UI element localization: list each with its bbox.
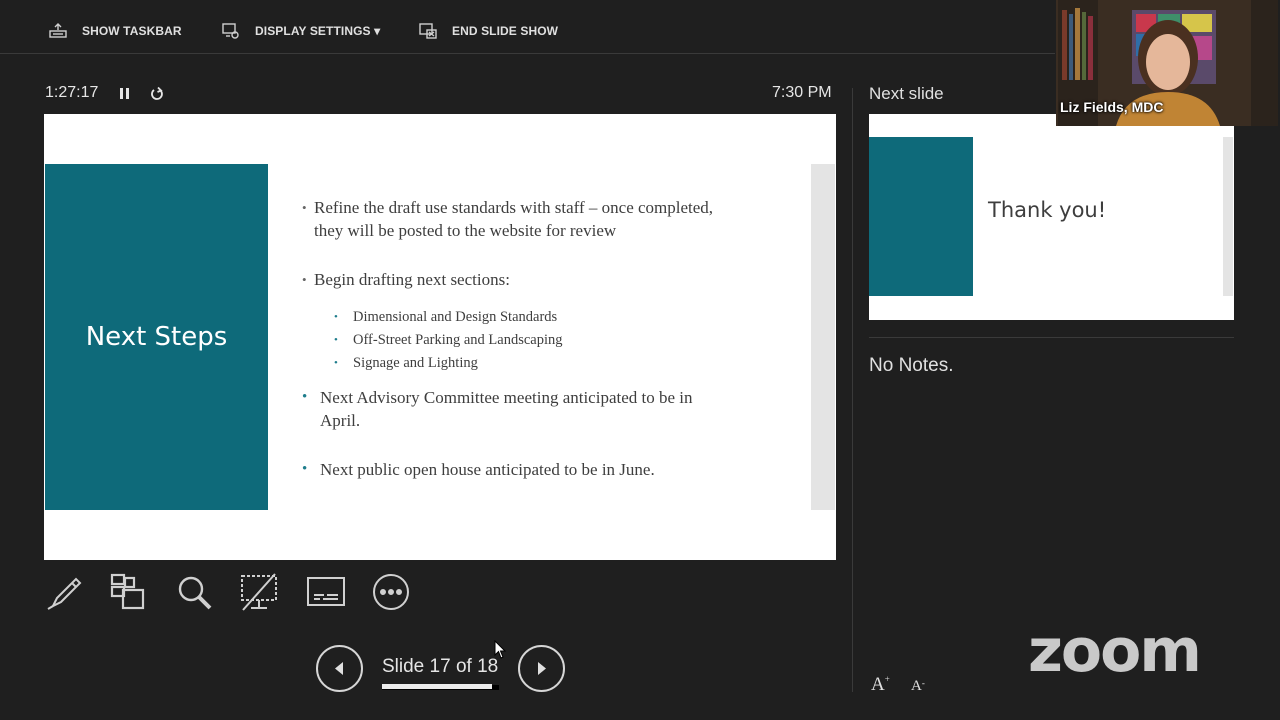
display-settings-label: DISPLAY SETTINGS ▾ (255, 24, 381, 38)
display-settings-button[interactable]: DISPLAY SETTINGS ▾ (221, 21, 380, 41)
current-time: 7:30 PM (772, 84, 832, 101)
presenter-toolbar: SHOW TASKBAR DISPLAY SETTINGS ▾ END SLID… (0, 0, 1055, 54)
slide-side-bar (811, 164, 835, 510)
pen-icon (47, 577, 82, 610)
pointer-screen-icon (241, 573, 277, 611)
increase-font-button[interactable]: A+ (871, 674, 890, 696)
next-slide-panel (869, 137, 973, 296)
more-icon (373, 574, 409, 610)
subtitles-icon (307, 577, 345, 606)
taskbar-icon (49, 23, 67, 38)
sub-bullet-item: • Off-Street Parking and Landscaping (334, 332, 563, 348)
current-slide: Next Steps • Refine the draft use standa… (44, 114, 836, 560)
next-slide-button[interactable] (518, 645, 565, 692)
panel-divider (852, 88, 853, 692)
speaker-notes: No Notes. (869, 355, 954, 376)
zoom-logo: zoom (1028, 616, 1202, 686)
participant-name: Liz Fields, MDC (1060, 99, 1164, 115)
bullet-item: • Next public open house anticipated to … (302, 460, 655, 479)
show-taskbar-label: SHOW TASKBAR (82, 24, 182, 38)
decrease-font-button[interactable]: A- (911, 678, 925, 695)
next-slide-side-bar (1223, 137, 1233, 296)
next-icon (538, 662, 546, 675)
show-taskbar-button[interactable]: SHOW TASKBAR (48, 21, 182, 41)
zoom-slide-button[interactable] (174, 572, 214, 612)
laser-pointer-button[interactable] (239, 572, 279, 612)
prev-icon (335, 662, 343, 675)
magnifier-icon (178, 576, 212, 610)
bullet-item: • Begin drafting next sections: (302, 270, 510, 289)
cursor-icon (494, 639, 508, 660)
slides-grid-icon (110, 573, 145, 610)
reset-icon[interactable] (148, 84, 166, 104)
end-slide-show-button[interactable]: END SLIDE SHOW (418, 21, 558, 41)
notes-divider (869, 337, 1234, 338)
elapsed-timer: 1:27:17 (45, 84, 99, 101)
slide-progress-fill (382, 684, 492, 689)
end-slide-show-label: END SLIDE SHOW (452, 24, 559, 38)
pause-icon[interactable] (117, 84, 135, 104)
bullet-item: • Next Advisory Committee meeting antici… (302, 388, 693, 430)
sub-bullet-item: • Dimensional and Design Standards (334, 309, 558, 325)
sub-bullet-item: • Signage and Lighting (334, 355, 478, 371)
previous-slide-button[interactable] (316, 645, 363, 692)
see-all-slides-button[interactable] (108, 572, 148, 612)
slide-counter[interactable]: Slide 17 of 18 (382, 656, 498, 678)
subtitles-button[interactable] (306, 572, 346, 612)
next-slide-label: Next slide (869, 84, 944, 103)
bullet-item: • Refine the draft use standards with st… (302, 198, 714, 240)
end-show-icon (419, 23, 437, 39)
next-slide-preview[interactable]: Thank you! (869, 114, 1234, 320)
slide-title: Next Steps (85, 322, 228, 352)
next-slide-title: Thank you! (988, 198, 1107, 222)
display-settings-icon (222, 23, 239, 39)
more-options-button[interactable] (371, 572, 411, 612)
pen-tool-button[interactable] (45, 572, 85, 612)
